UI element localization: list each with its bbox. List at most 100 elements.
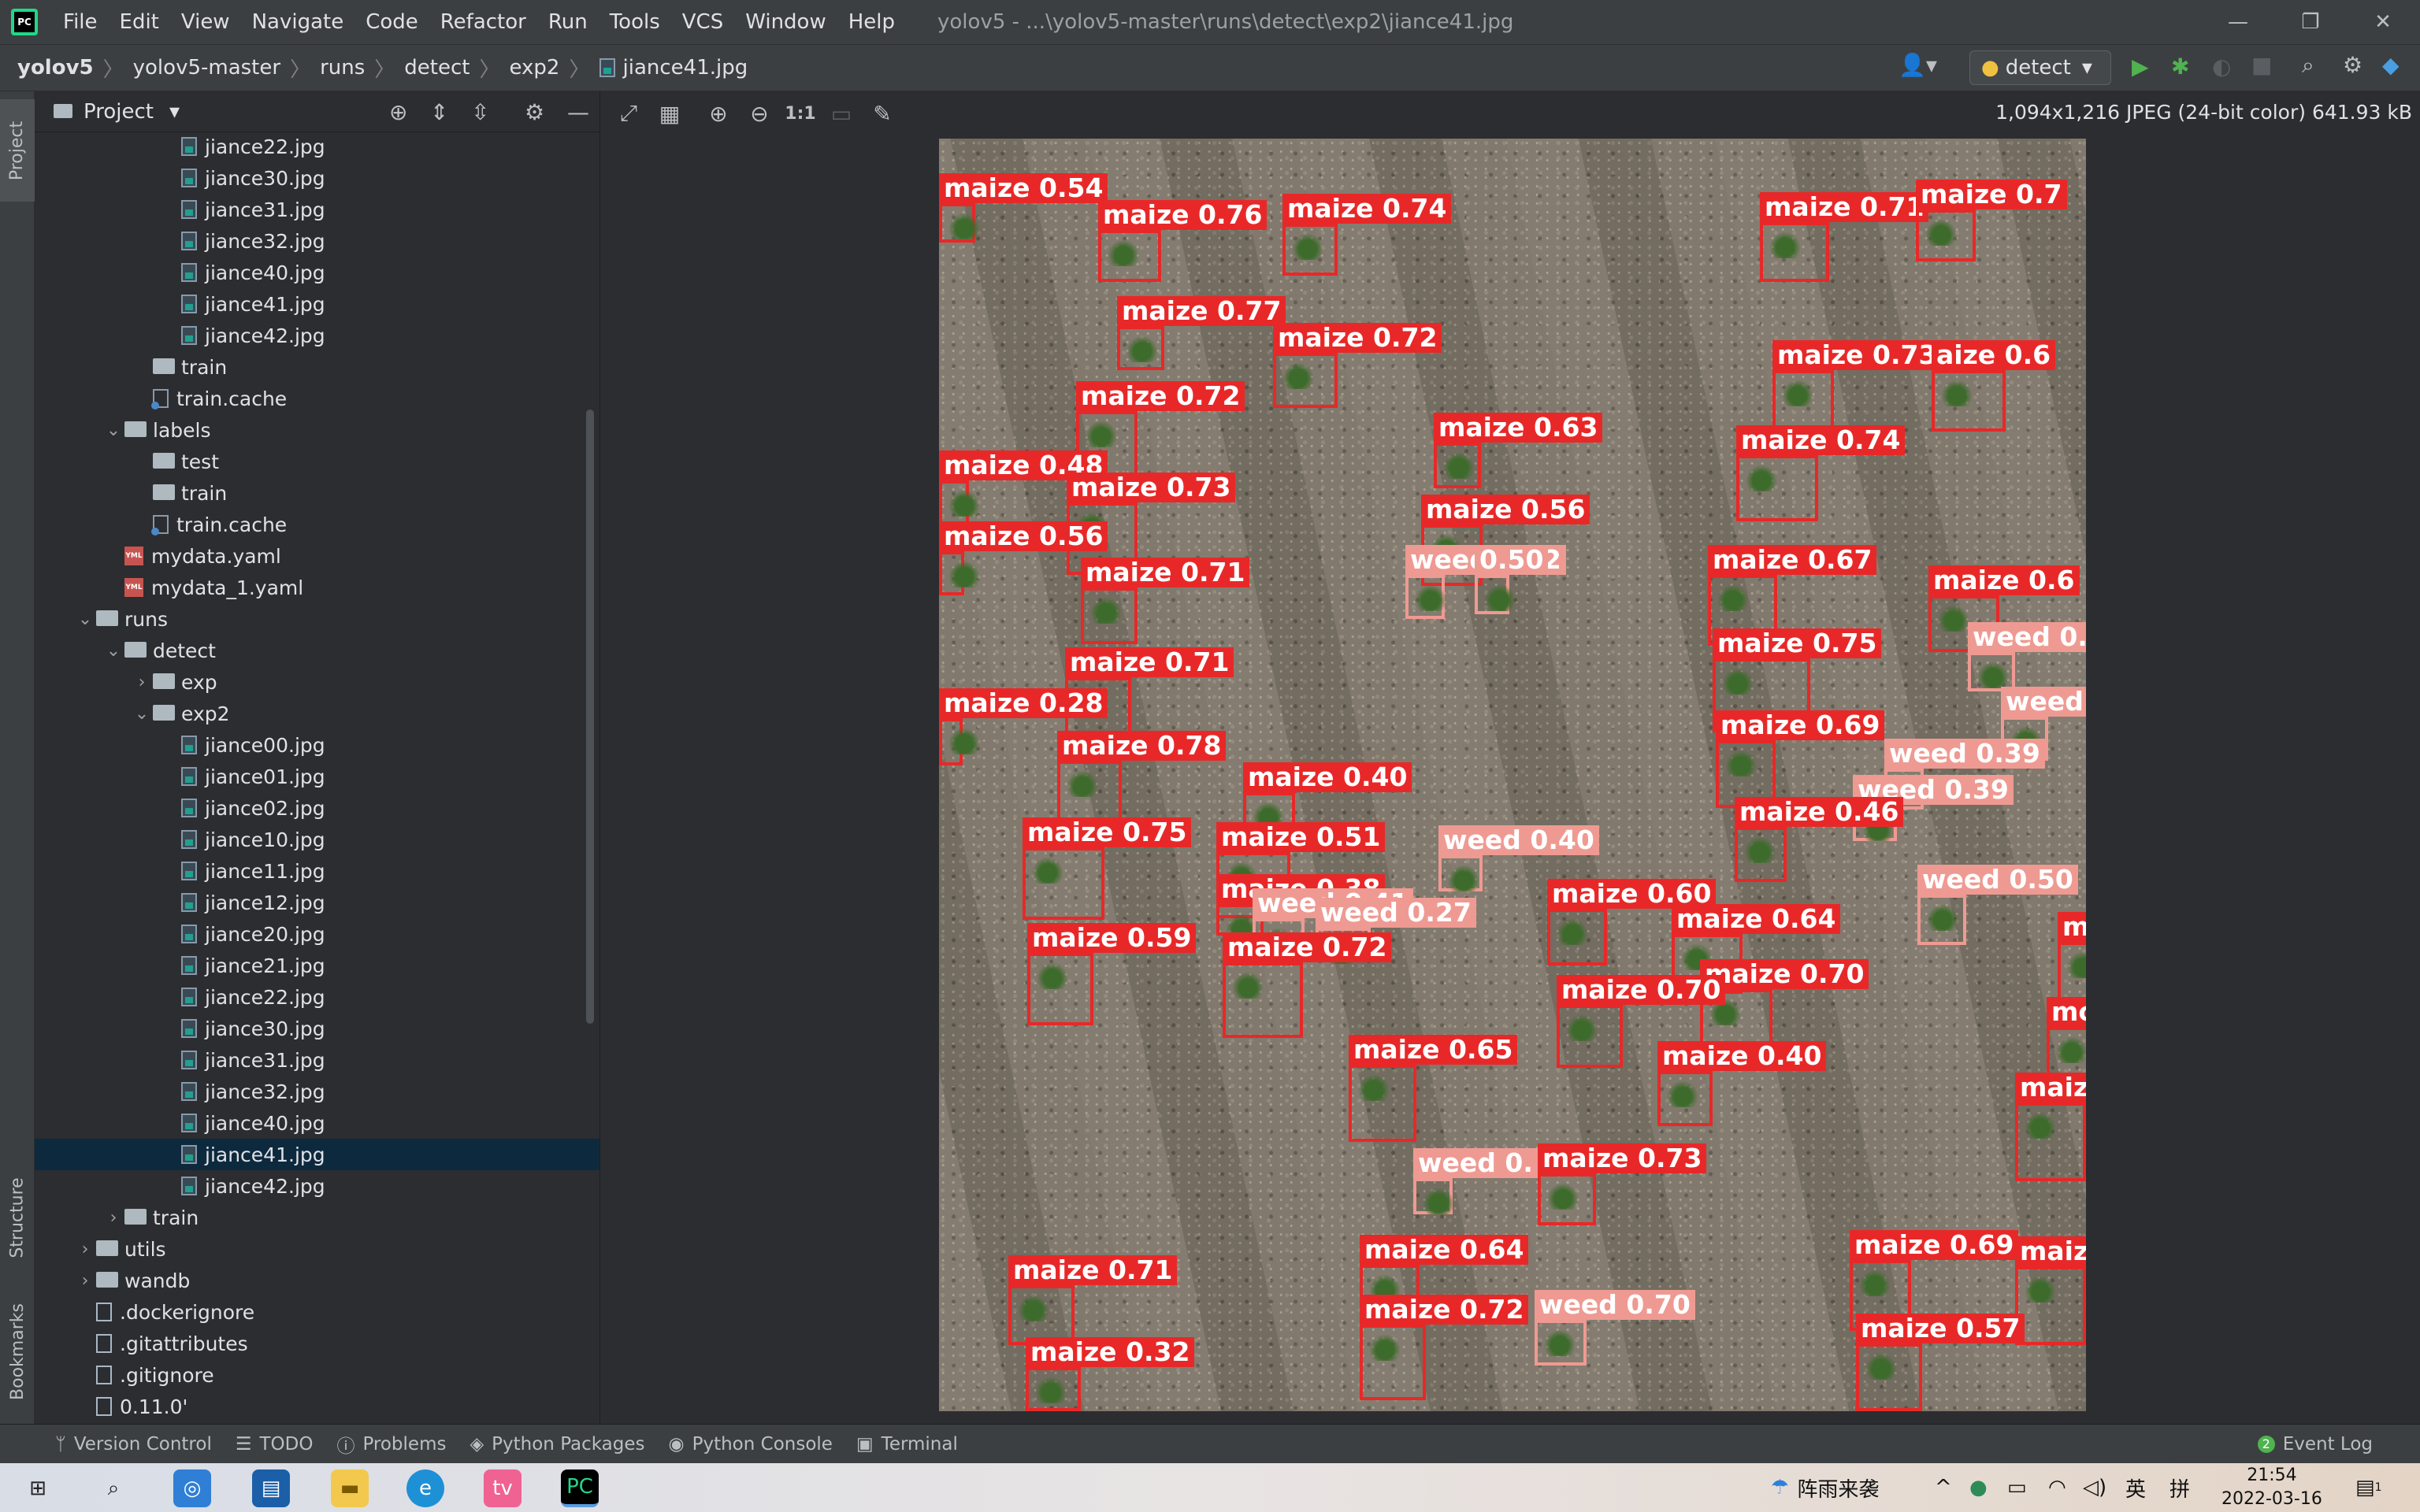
color-picker-icon[interactable]: ✎ [862,101,903,127]
gear-icon[interactable]: ⚙ [525,99,544,125]
user-icon[interactable]: 👤▾ [1899,52,1937,78]
breadcrumb-yolov5-master[interactable]: yolov5-master [133,56,280,80]
actual-size-button[interactable]: 1:1 [780,104,821,124]
chevron-right-icon[interactable]: › [74,1271,96,1291]
tool-version-control[interactable]: ᛘ Version Control [55,1434,212,1455]
tree-folder[interactable]: › utils [35,1233,599,1265]
tree-file[interactable]: jiance31.jpg [35,194,599,225]
file-explorer-icon[interactable]: ▬ [331,1469,369,1507]
tree-folder[interactable]: train [35,351,599,383]
expand-all-icon[interactable]: ⇕ [430,99,448,125]
tool-python-console[interactable]: ◉ Python Console [669,1434,833,1455]
chevron-right-icon[interactable]: › [102,1208,124,1228]
tree-file[interactable]: jiance22.jpg [35,131,599,162]
run-icon[interactable]: ▶ [2132,54,2149,80]
notification-icon[interactable]: ▤ 1 [2355,1463,2382,1512]
chevron-down-icon[interactable]: ⌄ [131,704,153,724]
tree-folder[interactable]: ⌄ labels [35,414,599,446]
tree-file[interactable]: train.cache [35,383,599,414]
tree-file[interactable]: jiance32.jpg [35,1076,599,1107]
tree-file[interactable]: jiance11.jpg [35,855,599,887]
tree-file[interactable]: jiance12.jpg [35,887,599,918]
tree-file[interactable]: jiance32.jpg [35,225,599,257]
tree-folder[interactable]: ⌄ runs [35,603,599,635]
search-icon[interactable]: ⌕ [95,1469,132,1507]
tree-file[interactable]: jiance40.jpg [35,1107,599,1139]
chevron-right-icon[interactable]: › [131,673,153,692]
gear-icon[interactable]: ⚙ [2343,52,2362,78]
tree-file[interactable]: jiance01.jpg [35,761,599,792]
tree-file[interactable]: jiance42.jpg [35,320,599,351]
tab-bookmarks[interactable]: Bookmarks [0,1273,35,1430]
tree-file[interactable]: jiance41.jpg [35,288,599,320]
tree-folder[interactable]: train [35,477,599,509]
tree-file[interactable]: jiance30.jpg [35,1013,599,1044]
tree-folder[interactable]: › train [35,1202,599,1233]
chevron-down-icon[interactable]: ▾ [169,100,180,124]
tree-file[interactable]: YML mydata_1.yaml [35,572,599,603]
breadcrumb-project[interactable]: yolov5 [17,56,94,80]
menu-code[interactable]: Code [354,0,429,44]
breadcrumb-file[interactable]: jiance41.jpg [623,56,748,80]
menu-navigate[interactable]: Navigate [241,0,355,44]
coverage-icon[interactable]: ◐ [2212,54,2231,80]
tree-folder[interactable]: › wandb [35,1265,599,1296]
menu-vcs[interactable]: VCS [671,0,734,44]
jetbrains-icon[interactable]: ◆ [2382,52,2400,78]
debug-icon[interactable]: ✱ [2171,54,2189,80]
tool-event-log[interactable]: 2 Event Log [2257,1434,2373,1455]
fit-icon[interactable]: ⤢ [608,100,649,127]
grid-icon[interactable]: ▦ [649,101,690,127]
bilibili-icon[interactable]: tv [484,1469,521,1507]
tree-file[interactable]: jiance02.jpg [35,792,599,824]
fit-to-window-icon[interactable]: ▭ [821,101,862,127]
minimize-button[interactable]: — [2203,0,2273,44]
project-scrollbar[interactable] [586,410,594,1024]
battery-icon[interactable]: ▭ [2007,1463,2027,1512]
chevron-right-icon[interactable]: › [74,1240,96,1259]
tree-file[interactable]: jiance31.jpg [35,1044,599,1076]
tree-file[interactable]: jiance42.jpg [35,1170,599,1202]
tree-file[interactable]: YML mydata.yaml [35,540,599,572]
tree-folder[interactable]: test [35,446,599,477]
run-config-select[interactable]: ● detect ▾ [1969,50,2111,85]
tree-file[interactable]: train.cache [35,509,599,540]
browser-icon[interactable]: ◎ [173,1469,211,1507]
chevron-down-icon[interactable]: ⌄ [102,421,124,440]
breadcrumb-exp2[interactable]: exp2 [510,56,560,80]
hide-icon[interactable]: — [567,99,589,125]
ime-mode[interactable]: 拼 [2169,1463,2190,1512]
tree-file[interactable]: jiance21.jpg [35,950,599,981]
weather-widget[interactable]: ☂ 阵雨来袭 [1771,1463,1879,1512]
wechat-tray-icon[interactable]: ● [1969,1463,1988,1512]
pycharm-taskbar-icon[interactable]: PC [561,1469,599,1507]
edge-icon[interactable]: e [406,1469,444,1507]
tree-file[interactable]: jiance10.jpg [35,824,599,855]
chevron-down-icon[interactable]: ⌄ [74,610,96,629]
breadcrumb-runs[interactable]: runs [320,56,365,80]
menu-help[interactable]: Help [837,0,906,44]
tree-file[interactable]: jiance00.jpg [35,729,599,761]
tray-chevron-icon[interactable]: ^ [1935,1463,1952,1512]
tool-todo[interactable]: ☰ TODO [236,1434,314,1455]
stop-icon[interactable]: ■ [2251,52,2272,78]
tree-file[interactable]: jiance40.jpg [35,257,599,288]
menu-tools[interactable]: Tools [599,0,671,44]
collapse-all-icon[interactable]: ⇳ [471,99,489,125]
ime-language[interactable]: 英 [2125,1463,2146,1512]
tree-file[interactable]: 0.11.0' [35,1391,599,1422]
tree-file[interactable]: jiance30.jpg [35,162,599,194]
tree-file[interactable]: .gitignore [35,1359,599,1391]
menu-file[interactable]: File [52,0,109,44]
tree-file[interactable]: jiance41.jpg [35,1139,599,1170]
restore-button[interactable]: ❐ [2275,0,2346,44]
tool-terminal[interactable]: ▣ Terminal [856,1434,958,1455]
wifi-icon[interactable]: ◠ [2048,1463,2066,1512]
tree-file[interactable]: jiance22.jpg [35,981,599,1013]
app-icon[interactable]: ▤ [252,1469,290,1507]
tab-project[interactable]: Project [0,99,35,202]
tree-folder[interactable]: ⌄ exp2 [35,698,599,729]
locate-icon[interactable]: ⊕ [389,99,407,125]
project-panel-title[interactable]: Project [84,100,154,124]
clock[interactable]: 21:54 2022-03-16 [2221,1463,2322,1512]
